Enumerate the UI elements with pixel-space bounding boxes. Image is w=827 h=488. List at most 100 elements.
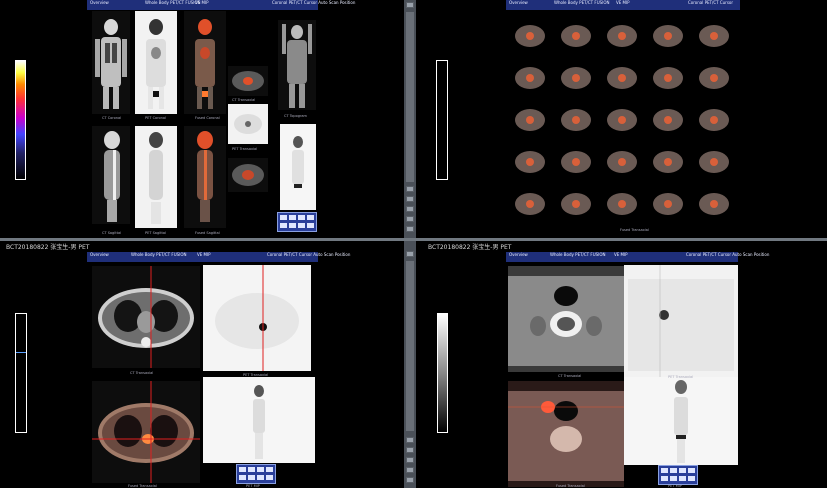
toolbar-btn-8[interactable]	[266, 475, 273, 480]
scroll-btn-5[interactable]	[406, 467, 414, 473]
fused-transaxial-grid[interactable]	[506, 18, 738, 224]
viewport-bottom-left[interactable]: BCT20180822 张宝生-男 PET Overview Whole Bod…	[0, 241, 402, 488]
scroll-btn-4[interactable]	[406, 457, 414, 463]
viewport-scrollbar-top[interactable]	[404, 0, 416, 238]
pet-mip-view[interactable]	[280, 124, 316, 210]
header-col2: Whole Body PET/CT FUSION	[550, 252, 606, 257]
header-col4: Coronal PET/CT Cursor Auto Scan Position	[272, 0, 356, 5]
label-axial-pet: PET Transaxial	[232, 147, 258, 151]
toolbar-btn-4[interactable]	[688, 468, 695, 473]
scroll-btn-4[interactable]	[406, 206, 414, 212]
label-ct-transaxial: CT Transaxial	[130, 371, 154, 375]
scroll-btn-2[interactable]	[406, 437, 414, 443]
view-toolbar[interactable]	[277, 212, 317, 232]
fused-coronal-view[interactable]	[184, 11, 226, 114]
axial-fused-thumb-2[interactable]	[228, 158, 268, 192]
toolbar-btn-1[interactable]	[280, 215, 287, 220]
label-pet-transaxial: PET Transaxial	[668, 375, 694, 379]
patient-label: BCT20180822 张宝生-男 PET	[6, 244, 90, 251]
label-fused-coronal: Fused Coronal	[195, 116, 220, 120]
pet-sagittal-view[interactable]	[135, 126, 177, 228]
toolbar-btn-3[interactable]	[298, 215, 305, 220]
viewport-header: Overview Whole Body PET/CT FUSION VE MIP…	[506, 252, 769, 262]
pet-coronal-view[interactable]	[135, 11, 177, 114]
fused-sagittal-view[interactable]	[184, 126, 226, 228]
label-ct-transaxial: CT Transaxial	[558, 374, 582, 378]
view-toolbar[interactable]	[236, 464, 276, 484]
viewport-top-left[interactable]: Overview Whole Body PET/CT FUSION VE MIP…	[0, 0, 402, 238]
pet-mip-view[interactable]	[624, 377, 738, 465]
ct-sagittal-view[interactable]	[92, 126, 130, 224]
scroll-btn-3[interactable]	[406, 447, 414, 453]
color-scale-bar	[15, 60, 26, 180]
label-fused-transaxial: Fused Transaxial	[128, 484, 157, 488]
toolbar-btn-6[interactable]	[289, 223, 296, 228]
label-fused-transaxial: Fused Transaxial	[620, 228, 649, 232]
scroll-thumb[interactable]	[406, 12, 414, 182]
label-fused-transaxial: Fused Transaxial	[556, 484, 585, 488]
pet-mip-view[interactable]	[203, 377, 315, 463]
header-col1: Overview	[90, 0, 109, 5]
scroll-btn-1[interactable]	[406, 251, 414, 257]
pet-transaxial-view[interactable]	[624, 265, 738, 377]
viewport-header: Overview Whole Body PET/CT FUSION VE MIP…	[87, 252, 350, 262]
label-axial-fused: CT Transaxial	[232, 98, 256, 102]
toolbar-btn-8[interactable]	[688, 476, 695, 481]
toolbar-btn-6[interactable]	[670, 476, 677, 481]
toolbar-btn-4[interactable]	[266, 467, 273, 472]
viewport-bottom-right[interactable]: BCT20180822 张宝生-男 PET Overview Whole Bod…	[418, 241, 827, 488]
label-pet-coronal: PET Coronal	[145, 116, 166, 120]
scroll-btn-2[interactable]	[406, 186, 414, 192]
toolbar-btn-2[interactable]	[289, 215, 296, 220]
ct-topogram-view[interactable]	[278, 20, 316, 110]
patient-label: BCT20180822 张宝生-男 PET	[428, 244, 512, 251]
ct-transaxial-view[interactable]	[92, 266, 200, 368]
scroll-btn-5[interactable]	[406, 216, 414, 222]
toolbar-btn-3[interactable]	[679, 468, 686, 473]
fused-transaxial-view[interactable]	[92, 381, 200, 483]
ct-transaxial-view[interactable]	[508, 266, 624, 372]
header-col4: Coronal PET/CT Cursor Auto Scan Position	[686, 252, 770, 257]
label-scout: CT Topogram	[284, 114, 307, 118]
scroll-btn-1[interactable]	[406, 2, 414, 8]
toolbar-btn-5[interactable]	[661, 476, 668, 481]
toolbar-btn-7[interactable]	[679, 476, 686, 481]
header-col4: Coronal PET/CT Cursor	[688, 0, 733, 5]
view-toolbar[interactable]	[658, 465, 698, 485]
axial-pet-thumb[interactable]	[228, 104, 268, 144]
header-col4: Coronal PET/CT Cursor Auto Scan Position	[267, 252, 351, 257]
color-scale-bar	[15, 313, 27, 433]
scroll-thumb[interactable]	[406, 261, 414, 431]
axial-fused-thumb[interactable]	[228, 66, 268, 96]
toolbar-btn-2[interactable]	[670, 468, 677, 473]
header-col2: Whole Body PET/CT FUSION	[131, 252, 187, 257]
header-col3: VE MIP	[614, 252, 628, 257]
pet-transaxial-view[interactable]	[203, 265, 311, 371]
viewport-top-right[interactable]: Overview Whole Body PET/CT FUSION VE MIP…	[418, 0, 827, 238]
toolbar-btn-7[interactable]	[257, 475, 264, 480]
header-col3: VE MIP	[197, 252, 211, 257]
toolbar-btn-1[interactable]	[661, 468, 668, 473]
toolbar-btn-5[interactable]	[239, 475, 246, 480]
header-col2: Whole Body PET/CT FUSION	[554, 0, 610, 5]
fused-transaxial-view[interactable]	[508, 381, 624, 487]
scroll-btn-6[interactable]	[406, 226, 414, 232]
scroll-btn-6[interactable]	[406, 477, 414, 483]
toolbar-btn-6[interactable]	[248, 475, 255, 480]
label-ct-sagittal: CT Sagittal	[102, 231, 122, 235]
label-pet-sagittal: PET Sagittal	[145, 231, 166, 235]
toolbar-btn-3[interactable]	[257, 467, 264, 472]
label-pet-mip: PET MIP	[246, 484, 260, 488]
scroll-btn-3[interactable]	[406, 196, 414, 202]
toolbar-btn-5[interactable]	[280, 223, 287, 228]
color-scale-bar	[436, 60, 448, 180]
viewport-scrollbar-bottom[interactable]	[404, 241, 416, 488]
toolbar-btn-8[interactable]	[307, 223, 314, 228]
toolbar-btn-4[interactable]	[307, 215, 314, 220]
grayscale-bar	[437, 313, 448, 433]
ct-coronal-view[interactable]	[92, 11, 130, 114]
header-col3: VE MIP	[616, 0, 630, 5]
toolbar-btn-1[interactable]	[239, 467, 246, 472]
toolbar-btn-7[interactable]	[298, 223, 305, 228]
toolbar-btn-2[interactable]	[248, 467, 255, 472]
